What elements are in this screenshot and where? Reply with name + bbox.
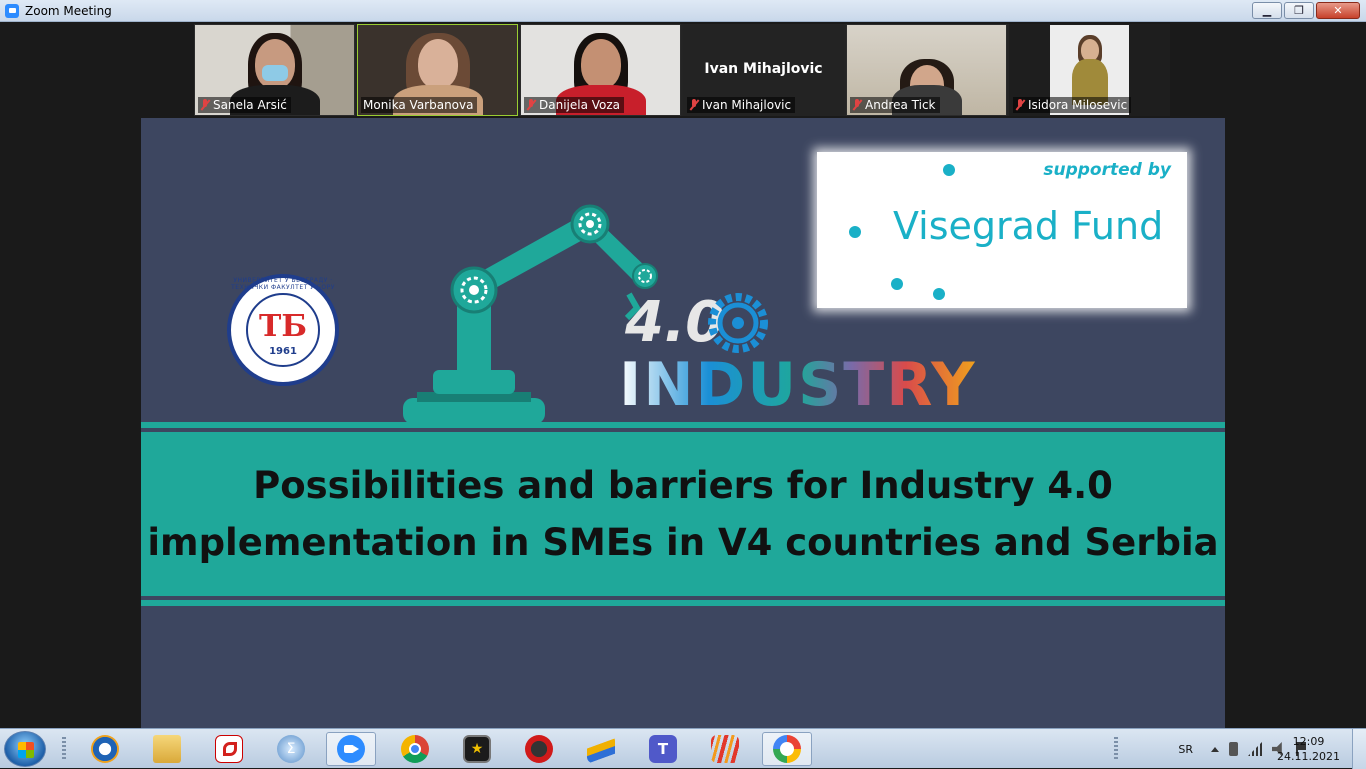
window-title: Zoom Meeting	[25, 3, 112, 18]
taskbar-zoom[interactable]	[326, 732, 376, 766]
participant-name-tag: Danijela Voza	[524, 97, 625, 113]
taskbar-acrobat[interactable]	[204, 732, 254, 766]
taskbar-game[interactable]	[514, 732, 564, 766]
shared-screen-slide: supported by Visegrad Fund УНИВЕРЗИТЕТ У…	[141, 118, 1225, 728]
close-button[interactable]: ✕	[1316, 2, 1360, 19]
band-top-line	[141, 422, 1225, 428]
mic-muted-icon	[689, 99, 699, 111]
participant-name-tag: Isidora Milosevic	[1013, 97, 1132, 113]
participant-tile-isidora[interactable]: Isidora Milosevic	[1009, 24, 1170, 116]
participant-tile-sanela[interactable]: Sanela Arsić	[194, 24, 355, 116]
window-titlebar[interactable]: Zoom Meeting ▁ ❐ ✕	[0, 0, 1366, 22]
teams-icon: T	[649, 735, 677, 763]
seal-ring-text: УНИВЕРЗИТЕТ У БЕОГРАДУ · ТЕХНИЧКИ ФАКУЛТ…	[231, 277, 335, 291]
visegrad-fund-logo: supported by Visegrad Fund	[817, 152, 1187, 308]
band-bottom-line	[141, 600, 1225, 606]
usb-device-icon[interactable]	[1229, 742, 1238, 756]
taskbar-teams[interactable]: T	[638, 732, 688, 766]
stripes-app-icon	[711, 735, 739, 763]
show-hidden-icons-chevron-icon[interactable]	[1211, 746, 1219, 752]
supported-by-text: supported by	[1043, 160, 1171, 180]
participant-name-tag: Ivan Mihajlovic	[687, 97, 796, 113]
taskbar-chrome[interactable]	[390, 732, 440, 766]
movie-icon: ★	[463, 735, 491, 763]
zoom-icon	[337, 735, 365, 763]
mic-muted-icon	[526, 99, 536, 111]
participant-name-tag: Monika Varbanova	[361, 97, 478, 113]
file-explorer-icon	[153, 735, 181, 763]
math-input-icon: Σ	[277, 735, 305, 763]
seal-year: 1961	[269, 346, 297, 357]
participant-strip: Sanela Arsić Monika Varbanova Danijela V…	[194, 24, 1170, 116]
taskbar-file-explorer[interactable]	[142, 732, 192, 766]
taskbar-movie-app[interactable]: ★	[452, 732, 502, 766]
start-button[interactable]	[4, 731, 46, 767]
taskbar-grip[interactable]	[62, 737, 66, 761]
mic-muted-icon	[1015, 99, 1025, 111]
participant-name-tag: Sanela Arsić	[198, 97, 291, 113]
language-indicator[interactable]: SR	[1178, 743, 1193, 756]
meeting-stage: Sanela Arsić Monika Varbanova Danijela V…	[0, 22, 1366, 728]
title-band: Possibilities and barriers for Industry …	[141, 432, 1225, 596]
maximize-button[interactable]: ❐	[1284, 2, 1314, 19]
university-seal-logo: УНИВЕРЗИТЕТ У БЕОГРАДУ · ТЕХНИЧКИ ФАКУЛТ…	[227, 274, 339, 386]
windows-taskbar: Σ ★ T SR 12:09 24.11.2021	[0, 728, 1366, 769]
sticky-pen-icon	[587, 735, 615, 763]
seal-monogram: ТБ	[259, 308, 307, 344]
taskbar-clock[interactable]: 12:09 24.11.2021	[1277, 734, 1340, 764]
minimize-button[interactable]: ▁	[1252, 2, 1282, 19]
mic-muted-icon	[852, 99, 862, 111]
slide-title-line-1: Possibilities and barriers for Industry …	[253, 464, 1113, 507]
clock-date: 24.11.2021	[1277, 750, 1340, 763]
network-signal-icon[interactable]	[1248, 742, 1262, 756]
taskbar-sticky-pen[interactable]	[576, 732, 626, 766]
gear-icon	[708, 293, 768, 353]
window-controls: ▁ ❐ ✕	[1252, 2, 1360, 19]
show-desktop-button[interactable]	[1352, 729, 1366, 769]
industry-wordmark: INDUSTRY	[619, 350, 977, 420]
taskbar-stripes-app[interactable]	[700, 732, 750, 766]
acrobat-icon	[215, 735, 243, 763]
clock-time: 12:09	[1292, 735, 1325, 748]
taskbar-ccleaner[interactable]	[80, 732, 130, 766]
mic-muted-icon	[200, 99, 210, 111]
taskbar-math-input[interactable]: Σ	[266, 732, 316, 766]
participant-tile-monika[interactable]: Monika Varbanova	[357, 24, 518, 116]
slide-title-line-2: implementation in SMEs in V4 countries a…	[147, 521, 1219, 564]
participant-display-name: Ivan Mihajlovic	[704, 61, 823, 77]
fund-name: Visegrad Fund	[893, 204, 1164, 248]
participant-tile-danijela[interactable]: Danijela Voza	[520, 24, 681, 116]
taskbar-browser-shield[interactable]	[762, 732, 812, 766]
participant-tile-andrea[interactable]: Andrea Tick	[846, 24, 1007, 116]
game-icon	[525, 735, 553, 763]
participant-name-tag: Andrea Tick	[850, 97, 940, 113]
chrome-icon	[401, 735, 429, 763]
tray-grip[interactable]	[1114, 737, 1118, 761]
ccleaner-icon	[91, 735, 119, 763]
zoom-app-icon	[5, 3, 19, 18]
browser-shield-icon	[773, 735, 801, 763]
participant-tile-ivan[interactable]: Ivan Mihajlovic Ivan Mihajlovic	[683, 24, 844, 116]
